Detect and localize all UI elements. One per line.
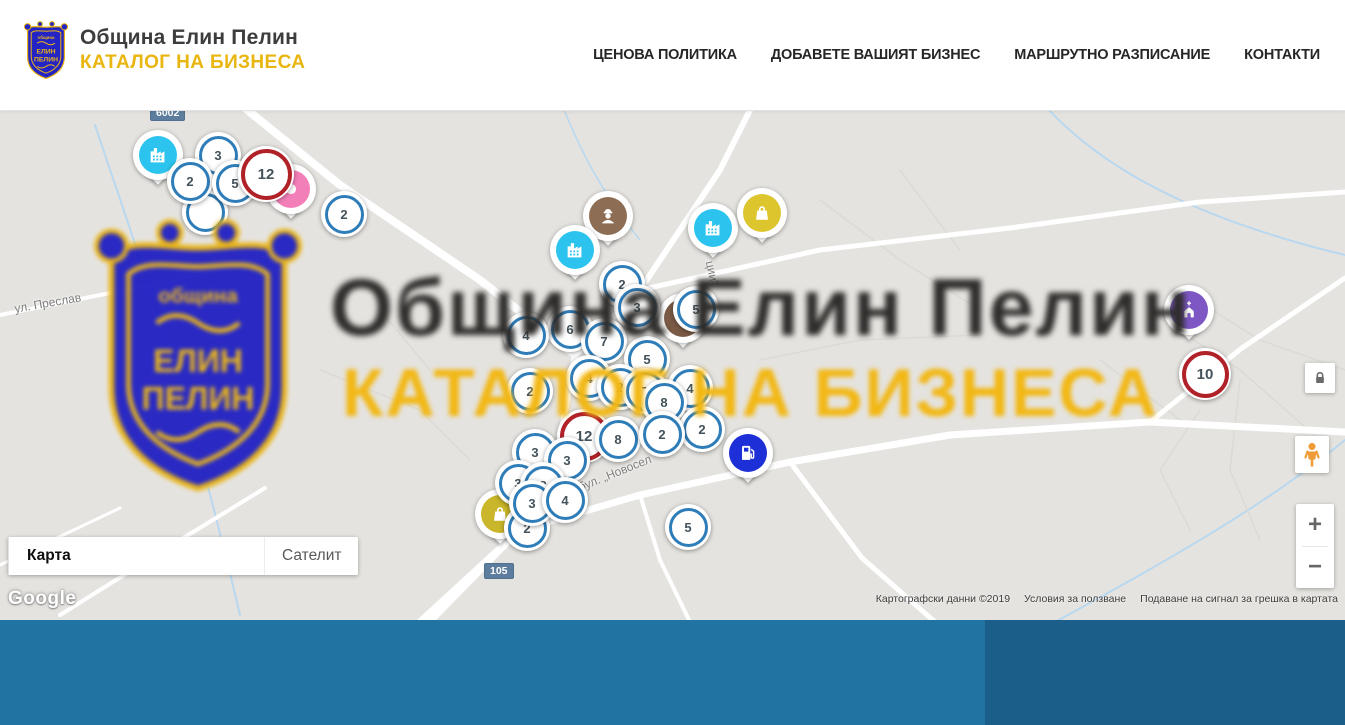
attribution-data: Картографски данни ©2019	[876, 593, 1010, 605]
lock-button[interactable]	[1305, 363, 1335, 393]
nav-add-business[interactable]: ДОБАВЕТЕ ВАШИЯТ БИЗНЕС	[771, 47, 980, 63]
search-bar: Категория Местоположение ⚙︎ ТЪРСЕНЕ	[0, 620, 1345, 725]
nav-route-schedule[interactable]: МАРШРУТНО РАЗПИСАНИЕ	[1014, 47, 1210, 63]
page: община ЕЛИН ПЕЛИН Община Елин Пелин КАТА…	[0, 0, 1345, 725]
street-view-pegman-button[interactable]	[1295, 436, 1329, 473]
svg-text:ЕЛИН: ЕЛИН	[36, 49, 55, 56]
nav-contacts[interactable]: КОНТАКТИ	[1244, 47, 1320, 63]
map-canvas[interactable]: 6002105ул. Преславбул. „Новоселции" 3251…	[0, 110, 1345, 620]
map-type-map-button[interactable]: Карта	[8, 537, 264, 575]
svg-text:община: община	[38, 35, 55, 40]
main-nav: ЦЕНОВА ПОЛИТИКА ДОБАВЕТЕ ВАШИЯТ БИЗНЕС М…	[559, 0, 1320, 110]
zoom-out-button[interactable]: −	[1296, 547, 1334, 589]
google-logo[interactable]: Google	[8, 588, 76, 610]
brand-subtitle: КАТАЛОГ НА БИЗНЕСА	[80, 52, 305, 74]
municipality-crest-icon: община ЕЛИН ПЕЛИН	[22, 20, 70, 80]
map-type-control: Карта Сателит	[8, 537, 358, 575]
brand-logo[interactable]: община ЕЛИН ПЕЛИН Община Елин Пелин КАТА…	[22, 20, 305, 80]
zoom-control: + −	[1296, 504, 1334, 588]
svg-text:ПЕЛИН: ПЕЛИН	[34, 57, 58, 64]
map-type-satellite-button[interactable]: Сателит	[264, 537, 358, 575]
site-header: община ЕЛИН ПЕЛИН Община Елин Пелин КАТА…	[0, 0, 1345, 111]
attribution-terms-link[interactable]: Условия за ползване	[1024, 593, 1126, 605]
nav-pricing-policy[interactable]: ЦЕНОВА ПОЛИТИКА	[593, 47, 737, 63]
map-controls-layer: Карта Сателит Google Картографски данни …	[0, 110, 1345, 620]
attribution-report-link[interactable]: Подаване на сигнал за грешка в картата	[1140, 593, 1338, 605]
zoom-in-button[interactable]: +	[1296, 504, 1334, 546]
lock-icon	[1312, 370, 1328, 386]
brand-title: Община Елин Пелин	[80, 26, 305, 50]
map-attribution: Картографски данни ©2019 Условия за полз…	[876, 593, 1338, 605]
pegman-icon	[1302, 442, 1322, 468]
search-bar-right-section	[985, 620, 1345, 725]
